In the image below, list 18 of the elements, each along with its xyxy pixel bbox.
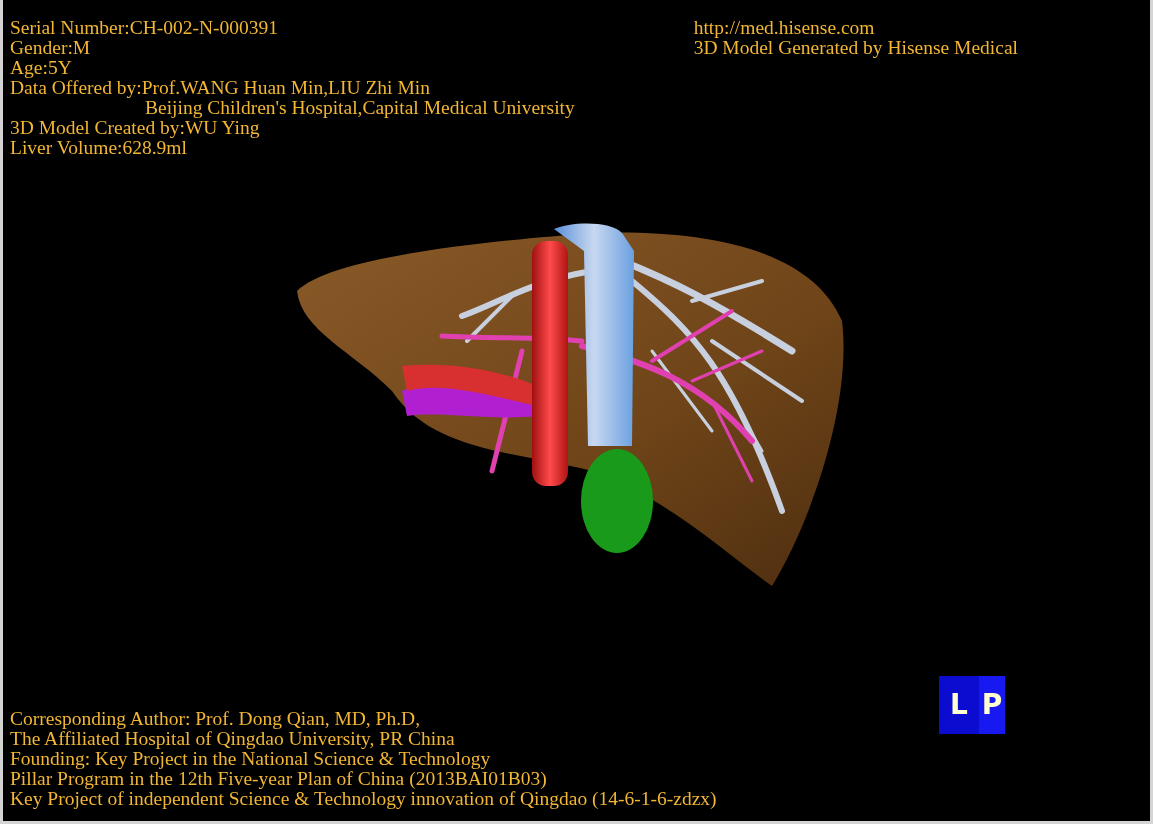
info-text: Beijing Children's Hospital,Capital Medical University — [145, 98, 575, 118]
info-text: Age:5Y — [10, 58, 73, 78]
info-text: 3D Model Generated by Hisense Medical — [693, 38, 1018, 58]
cube-label: L — [950, 690, 968, 720]
info-text: Gender:M — [10, 38, 92, 58]
info-text: Founding: Key Project in the National Science & Technology — [10, 749, 492, 769]
info-text: The Affiliated Hospital of Qingdao University, PR China — [10, 729, 456, 749]
orientation-cube[interactable]: L P — [939, 676, 1005, 734]
info-text: Key Project of independent Science & Technology innovation of Qingdao (14-6-1-6-zdzx) — [10, 789, 717, 809]
liver-model-drawing[interactable] — [297, 223, 844, 586]
info-text: Serial Number:CH-002-N-000391 — [10, 18, 280, 38]
info-text: Pillar Program in the 12th Five-year Plan of China (2013BAI01B03) — [10, 769, 548, 789]
info-text: Liver Volume:628.9ml — [10, 138, 187, 158]
info-text: Data Offered by:Prof.WANG Huan Min,LIU Zhi Min — [10, 78, 431, 98]
info-text: http://med.hisense.com — [693, 18, 876, 38]
info-text: Corresponding Author: Prof. Dong Qian, MD, Ph.D, — [10, 709, 422, 729]
info-text: 3D Model Created by:WU Ying — [10, 118, 261, 138]
cube-label: P — [981, 690, 1003, 720]
